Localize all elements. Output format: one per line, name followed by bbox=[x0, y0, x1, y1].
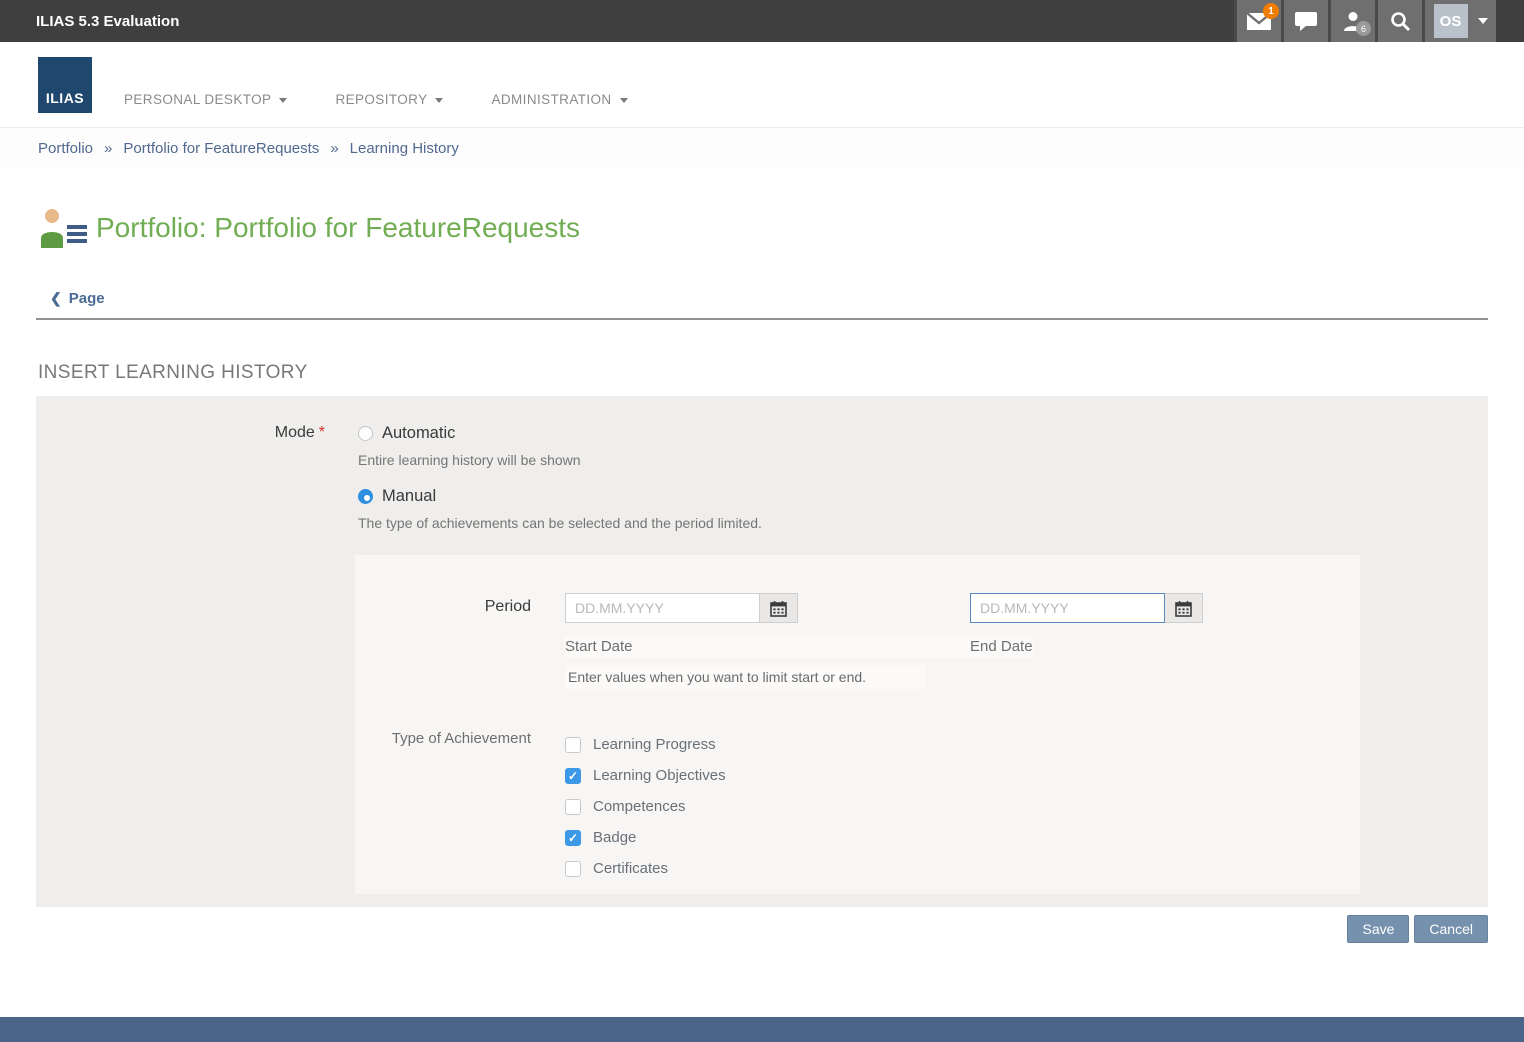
radio-manual[interactable] bbox=[358, 489, 373, 504]
start-date-group bbox=[565, 593, 798, 623]
checkbox-learning-objectives-label[interactable]: Learning Objectives bbox=[593, 767, 726, 784]
automatic-description: Entire learning history will be shown bbox=[358, 452, 762, 468]
form-actions: Save Cancel bbox=[36, 915, 1488, 943]
breadcrumb-link-learning-history[interactable]: Learning History bbox=[350, 140, 459, 157]
mode-option-manual: Manual bbox=[358, 487, 762, 506]
chevron-down-icon bbox=[620, 98, 628, 103]
mode-row: Mode* Automatic Entire learning history … bbox=[36, 424, 1488, 550]
ilias-logo[interactable]: ILIAS bbox=[38, 57, 92, 113]
section-heading: INSERT LEARNING HISTORY bbox=[38, 362, 1524, 384]
mode-option-automatic: Automatic bbox=[358, 424, 762, 443]
start-date-calendar-button[interactable] bbox=[760, 593, 798, 623]
mail-count-badge: 1 bbox=[1263, 3, 1279, 19]
app-title: ILIAS 5.3 Evaluation bbox=[0, 13, 179, 30]
chat-icon bbox=[1294, 11, 1318, 31]
page-title-row: Portfolio: Portfolio for FeatureRequests bbox=[38, 208, 1524, 248]
chevron-down-icon bbox=[435, 98, 443, 103]
nav-item-label: ADMINISTRATION bbox=[491, 92, 611, 107]
checkbox-learning-objectives[interactable]: ✓ bbox=[565, 768, 581, 784]
user-menu-button[interactable]: OS bbox=[1422, 0, 1496, 42]
chevron-down-icon bbox=[279, 98, 287, 103]
achievement-option-learning-progress: ✓ Learning Progress bbox=[565, 729, 726, 760]
chat-button[interactable] bbox=[1281, 0, 1328, 42]
chevron-left-icon: ❮ bbox=[50, 290, 62, 307]
breadcrumb-link-portfolio-for-featurerequests[interactable]: Portfolio for FeatureRequests bbox=[123, 140, 319, 157]
checkbox-learning-progress[interactable]: ✓ bbox=[565, 737, 581, 753]
end-date-sublabel: End Date bbox=[970, 635, 1033, 658]
cancel-button[interactable]: Cancel bbox=[1414, 915, 1488, 943]
period-label: Period bbox=[355, 598, 531, 616]
checkbox-competences[interactable]: ✓ bbox=[565, 799, 581, 815]
end-date-group bbox=[970, 593, 1203, 623]
tab-bar: ❮ Page bbox=[36, 290, 1488, 320]
mail-button[interactable]: 1 bbox=[1234, 0, 1281, 42]
nav-item-label: PERSONAL DESKTOP bbox=[124, 92, 271, 107]
calendar-icon bbox=[770, 600, 787, 617]
checkbox-badge[interactable]: ✓ bbox=[565, 830, 581, 846]
achievement-row: Type of Achievement ✓ Learning Progress … bbox=[355, 729, 1360, 884]
radio-automatic-label[interactable]: Automatic bbox=[382, 424, 455, 443]
breadcrumb-separator: » bbox=[104, 140, 112, 157]
topbar: ILIAS 5.3 Evaluation 1 6 OS bbox=[0, 0, 1524, 42]
insert-learning-history-form: Mode* Automatic Entire learning history … bbox=[36, 396, 1488, 907]
radio-automatic[interactable] bbox=[358, 426, 373, 441]
breadcrumb-separator: » bbox=[330, 140, 338, 157]
breadcrumb-link-portfolio[interactable]: Portfolio bbox=[38, 140, 93, 157]
tab-page-back[interactable]: ❮ Page bbox=[50, 290, 105, 307]
mode-label: Mode bbox=[275, 424, 315, 441]
manual-description: The type of achievements can be selected… bbox=[358, 515, 762, 531]
achievement-option-learning-objectives: ✓ Learning Objectives bbox=[565, 760, 726, 791]
end-date-input[interactable] bbox=[970, 593, 1165, 623]
checkbox-learning-progress-label[interactable]: Learning Progress bbox=[593, 736, 716, 753]
search-button[interactable] bbox=[1375, 0, 1422, 42]
achievement-label: Type of Achievement bbox=[355, 730, 531, 747]
portfolio-icon bbox=[38, 208, 88, 248]
check-icon: ✓ bbox=[568, 832, 578, 844]
radio-manual-label[interactable]: Manual bbox=[382, 487, 436, 506]
nav-item-personal-desktop[interactable]: PERSONAL DESKTOP bbox=[124, 92, 287, 107]
checkbox-certificates-label[interactable]: Certificates bbox=[593, 860, 668, 877]
ilias-logo-text: ILIAS bbox=[46, 90, 84, 106]
footer: powered by ILIAS (v5.3.2 2018-03-15) | L… bbox=[0, 1017, 1524, 1042]
manual-settings-panel: Period bbox=[355, 555, 1360, 894]
main-nav: PERSONAL DESKTOP REPOSITORY ADMINISTRATI… bbox=[124, 92, 628, 107]
header: ILIAS PERSONAL DESKTOP REPOSITORY ADMINI… bbox=[0, 42, 1524, 127]
checkbox-badge-label[interactable]: Badge bbox=[593, 829, 636, 846]
period-hint: Enter values when you want to limit star… bbox=[565, 665, 926, 689]
end-date-calendar-button[interactable] bbox=[1165, 593, 1203, 623]
start-date-sublabel: Start Date bbox=[565, 635, 970, 658]
page-title: Portfolio: Portfolio for FeatureRequests bbox=[96, 212, 580, 244]
start-date-input[interactable] bbox=[565, 593, 760, 623]
save-button[interactable]: Save bbox=[1347, 915, 1409, 943]
nav-item-administration[interactable]: ADMINISTRATION bbox=[491, 92, 627, 107]
caret-down-icon bbox=[1478, 18, 1488, 24]
breadcrumb: Portfolio » Portfolio for FeatureRequest… bbox=[0, 127, 1524, 168]
contacts-count-badge: 6 bbox=[1356, 21, 1371, 36]
check-icon: ✓ bbox=[568, 770, 578, 782]
calendar-icon bbox=[1175, 600, 1192, 617]
period-row: Period bbox=[355, 593, 1360, 689]
nav-item-label: REPOSITORY bbox=[335, 92, 427, 107]
avatar: OS bbox=[1434, 4, 1468, 38]
required-asterisk: * bbox=[319, 424, 325, 441]
achievement-option-competences: ✓ Competences bbox=[565, 791, 726, 822]
topbar-actions: 1 6 OS bbox=[1234, 0, 1496, 42]
nav-item-repository[interactable]: REPOSITORY bbox=[335, 92, 443, 107]
search-icon bbox=[1390, 11, 1411, 32]
contacts-button[interactable]: 6 bbox=[1328, 0, 1375, 42]
checkbox-competences-label[interactable]: Competences bbox=[593, 798, 686, 815]
achievement-option-badge: ✓ Badge bbox=[565, 822, 726, 853]
checkbox-certificates[interactable]: ✓ bbox=[565, 861, 581, 877]
achievement-option-certificates: ✓ Certificates bbox=[565, 853, 726, 884]
tab-page-label: Page bbox=[69, 290, 105, 307]
